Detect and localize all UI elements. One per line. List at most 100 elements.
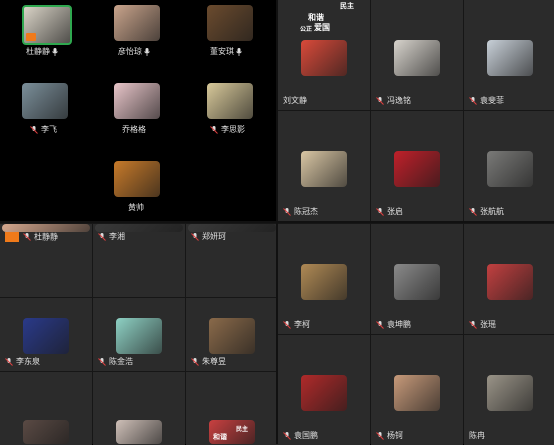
participant-avatar xyxy=(116,318,162,354)
participant-name: 张启 xyxy=(376,207,403,217)
participant-name: 张航航 xyxy=(469,207,504,217)
participant-name-text: 张航航 xyxy=(480,207,504,216)
participant-name: 李思影 xyxy=(210,125,245,135)
participant-avatar xyxy=(487,375,533,411)
participant-name-text: 杜静静 xyxy=(34,232,58,242)
participant-name-text: 袁坤鹏 xyxy=(387,320,411,329)
host-badge xyxy=(5,232,19,242)
participant-name: 刘文静 xyxy=(283,96,307,106)
microphone-muted-icon xyxy=(469,207,477,216)
participant-avatar xyxy=(301,151,347,187)
participant-avatar xyxy=(394,40,440,76)
participant-name-text: 陈金浩 xyxy=(109,357,133,366)
participant-name-text: 李思影 xyxy=(221,125,245,134)
microphone-muted-icon xyxy=(376,431,384,440)
participant-name: 朱尊昱 xyxy=(191,357,226,367)
participant-avatar xyxy=(188,224,276,232)
participant-name-text: 李湘 xyxy=(109,232,125,241)
participant-name-text: 黄帅 xyxy=(128,203,144,212)
microphone-muted-icon xyxy=(191,232,199,241)
participant-avatar xyxy=(114,161,160,197)
participant-name: 李东泉 xyxy=(5,357,40,367)
participant-name: 李柯 xyxy=(283,320,310,330)
participant-name-text: 郑妍珂 xyxy=(202,232,226,241)
participant-name-text: 冯逸铭 xyxy=(387,96,411,105)
participant-name: 袁国鹏 xyxy=(283,431,318,441)
microphone-icon xyxy=(236,47,242,56)
banner-text: 爱国 xyxy=(314,23,330,32)
microphone-muted-icon xyxy=(98,232,106,241)
participant-avatar xyxy=(114,83,160,119)
participant-name-text: 李东泉 xyxy=(16,357,40,366)
participant-avatar xyxy=(487,151,533,187)
banner-text: 和谐 xyxy=(213,433,227,441)
participant-avatar xyxy=(23,420,69,444)
participant-name: 李湘 xyxy=(98,232,125,242)
microphone-icon xyxy=(144,47,150,56)
microphone-muted-icon xyxy=(98,357,106,366)
microphone-muted-icon xyxy=(376,320,384,329)
participant-avatar xyxy=(116,420,162,444)
participant-name: 袁斐菲 xyxy=(469,96,504,106)
participant-name: 陈冠杰 xyxy=(283,207,318,217)
microphone-muted-icon xyxy=(23,233,31,241)
participant-name-text: 李飞 xyxy=(41,125,57,134)
participant-name: 张瑶 xyxy=(469,320,496,330)
microphone-muted-icon xyxy=(191,357,199,366)
participant-name: 董安琪 xyxy=(210,47,242,57)
microphone-muted-icon xyxy=(283,431,291,440)
participant-avatar xyxy=(207,5,253,41)
participant-avatar xyxy=(23,318,69,354)
participant-avatar xyxy=(487,40,533,76)
participant-avatar xyxy=(394,375,440,411)
participant-name: 杜静静 xyxy=(26,47,58,57)
banner-text: 民主 xyxy=(236,426,249,433)
participant-avatar xyxy=(487,264,533,300)
participant-name: 乔格格 xyxy=(122,125,146,135)
participant-avatar xyxy=(2,224,90,232)
participant-avatar xyxy=(114,5,160,41)
participant-name: 彦怡琼 xyxy=(118,47,150,57)
participant-avatar xyxy=(394,151,440,187)
participant-name-text: 袁斐菲 xyxy=(480,96,504,105)
participant-avatar xyxy=(301,40,347,76)
microphone-muted-icon xyxy=(469,320,477,329)
host-badge xyxy=(26,33,36,41)
microphone-muted-icon xyxy=(283,207,291,216)
banner-text: 民主 xyxy=(340,2,354,10)
participant-name-text: 袁国鹏 xyxy=(294,431,318,440)
participant-name-text: 杜静静 xyxy=(26,47,50,56)
participant-avatar xyxy=(22,5,72,45)
participant-name: 郑妍珂 xyxy=(191,232,226,242)
participant-name: 冯逸铭 xyxy=(376,96,411,106)
participant-avatar xyxy=(207,83,253,119)
participant-name: 杜静静 xyxy=(5,232,58,243)
participant-name: 杨钶 xyxy=(376,431,403,441)
participant-avatar xyxy=(301,264,347,300)
participant-name-text: 彦怡琼 xyxy=(118,47,142,56)
microphone-muted-icon xyxy=(283,320,291,329)
participant-name: 陈冉 xyxy=(469,431,485,441)
participant-avatar xyxy=(95,224,183,232)
participant-avatar xyxy=(209,318,255,354)
microphone-muted-icon xyxy=(210,125,218,134)
participant-name-text: 乔格格 xyxy=(122,125,146,134)
microphone-muted-icon xyxy=(5,357,13,366)
microphone-icon xyxy=(52,47,58,56)
horizontal-divider xyxy=(0,221,554,223)
participant-avatar xyxy=(394,264,440,300)
participant-name-text: 陈冉 xyxy=(469,431,485,440)
participant-avatar xyxy=(22,83,68,119)
participant-name-text: 张瑶 xyxy=(480,320,496,329)
participant-name: 黄帅 xyxy=(128,203,144,213)
microphone-muted-icon xyxy=(469,96,477,105)
participant-name-text: 张启 xyxy=(387,207,403,216)
participant-name: 袁坤鹏 xyxy=(376,320,411,330)
participant-name-text: 朱尊昱 xyxy=(202,357,226,366)
participant-name-text: 董安琪 xyxy=(210,47,234,56)
participant-name-text: 刘文静 xyxy=(283,96,307,105)
microphone-muted-icon xyxy=(376,207,384,216)
participant-name-text: 陈冠杰 xyxy=(294,207,318,216)
participant-name-text: 杨钶 xyxy=(387,431,403,440)
microphone-muted-icon xyxy=(376,96,384,105)
